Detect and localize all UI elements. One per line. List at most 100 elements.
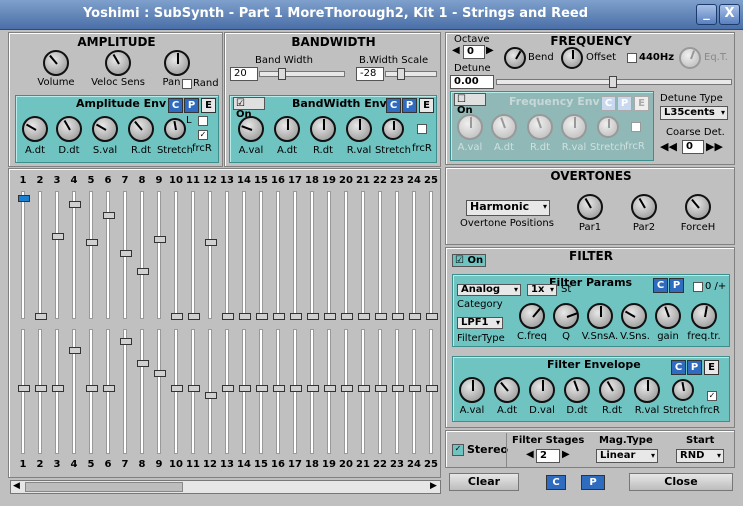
minimize-button[interactable]: _ [696, 4, 717, 25]
detune-value[interactable]: 0.00 [450, 75, 494, 89]
amp-env-edit-button[interactable]: E [201, 98, 216, 113]
octave-dec-arrow[interactable]: ◀ [452, 45, 460, 56]
harmonic-magnitude-thumb[interactable] [341, 313, 353, 320]
harmonic-magnitude-thumb[interactable] [137, 268, 149, 276]
filter-freqtr-knob[interactable] [691, 303, 717, 329]
harmonic-bandwidth-thumb[interactable] [426, 385, 438, 392]
horizontal-scrollbar[interactable]: ◀ ▶ [10, 480, 441, 494]
filter-env-knob-2[interactable] [494, 377, 520, 403]
amp-env-knob-1[interactable] [22, 116, 48, 142]
harmonic-magnitude-slider[interactable] [38, 191, 42, 319]
stages-dec-arrow[interactable]: ◀ [526, 449, 534, 460]
par1-knob[interactable] [577, 194, 603, 220]
harmonic-magnitude-slider[interactable] [208, 191, 212, 319]
amp-env-copy-button[interactable]: C [168, 98, 183, 113]
harmonic-magnitude-thumb[interactable] [426, 313, 438, 320]
bw-env-knob-2[interactable] [274, 116, 300, 142]
par2-knob[interactable] [631, 194, 657, 220]
freq-env-frcr-checkbox[interactable] [631, 122, 641, 132]
freq-env-edit-button[interactable]: E [634, 96, 649, 111]
amp-env-knob-2[interactable] [56, 116, 82, 142]
filter-q-knob[interactable] [553, 303, 579, 329]
clear-button[interactable]: Clear [449, 473, 519, 491]
harmonic-bandwidth-thumb[interactable] [86, 385, 98, 392]
bw-env-edit-button[interactable]: E [419, 98, 434, 113]
harmonic-bandwidth-thumb[interactable] [222, 385, 234, 392]
filter-params-paste-button[interactable]: P [669, 278, 684, 293]
harmonic-magnitude-thumb[interactable] [307, 313, 319, 320]
bw-env-paste-button[interactable]: P [402, 98, 417, 113]
octave-inc-arrow[interactable]: ▶ [486, 45, 494, 56]
harmonic-magnitude-thumb[interactable] [86, 238, 98, 246]
filter-env-knob-4[interactable] [564, 377, 590, 403]
harmonic-bandwidth-thumb[interactable] [409, 385, 421, 392]
harmonic-bandwidth-thumb[interactable] [341, 385, 353, 392]
bw-env-knob-3[interactable] [310, 116, 336, 142]
freq-env-on-toggle[interactable]: ☐ On [454, 93, 486, 116]
harmonic-magnitude-slider[interactable] [225, 191, 229, 319]
filter-gain-knob[interactable] [655, 303, 681, 329]
filter-stages-value-field[interactable]: 2 [536, 449, 560, 463]
freq-env-knob-1[interactable] [457, 114, 483, 140]
eqt-knob[interactable] [679, 47, 701, 69]
stereo-checkbox[interactable]: ✓ [452, 444, 464, 456]
bwscale-value[interactable]: -28 [356, 67, 384, 81]
harmonic-magnitude-slider[interactable] [361, 191, 365, 319]
harmonic-bandwidth-thumb[interactable] [256, 385, 268, 392]
bw-env-knob-1[interactable] [238, 116, 264, 142]
harmonic-magnitude-thumb[interactable] [52, 232, 64, 240]
harmonic-magnitude-thumb[interactable] [171, 313, 183, 320]
harmonic-bandwidth-thumb[interactable] [324, 385, 336, 392]
harmonic-magnitude-slider[interactable] [55, 191, 59, 319]
volume-knob[interactable] [43, 50, 69, 76]
harmonic-bandwidth-thumb[interactable] [52, 385, 64, 392]
filter-on-toggle[interactable]: ☑ On [452, 254, 486, 267]
440hz-checkbox[interactable] [627, 53, 637, 63]
harmonic-magnitude-thumb[interactable] [256, 313, 268, 320]
harmonic-magnitude-slider[interactable] [327, 191, 331, 319]
harmonic-magnitude-slider[interactable] [412, 191, 416, 319]
harmonic-bandwidth-thumb[interactable] [154, 370, 166, 378]
harmonic-bandwidth-thumb[interactable] [290, 385, 302, 392]
harmonic-bandwidth-thumb[interactable] [358, 385, 370, 392]
harmonic-magnitude-thumb[interactable] [273, 313, 285, 320]
harmonic-magnitude-thumb[interactable] [35, 313, 47, 320]
harmonic-magnitude-slider[interactable] [106, 191, 110, 319]
harmonic-bandwidth-thumb[interactable] [18, 385, 30, 392]
filter-env-edit-button[interactable]: E [704, 360, 719, 375]
freq-env-copy-button[interactable]: C [601, 96, 616, 111]
harmonic-magnitude-slider[interactable] [157, 191, 161, 319]
harmonic-magnitude-slider[interactable] [276, 191, 280, 319]
pan-rand-checkbox[interactable] [182, 79, 192, 89]
bandwidth-value[interactable]: 20 [230, 67, 258, 81]
amp-env-knob-4[interactable] [128, 116, 154, 142]
harmonic-magnitude-slider[interactable] [344, 191, 348, 319]
filter-cfreq-knob[interactable] [519, 303, 545, 329]
coarse-dec-arrows[interactable]: ◀◀ [660, 140, 677, 153]
bandwidth-slider-thumb[interactable] [278, 68, 286, 80]
harmonic-magnitude-slider[interactable] [242, 191, 246, 319]
harmonic-bandwidth-thumb[interactable] [103, 385, 115, 392]
harmonic-magnitude-slider[interactable] [259, 191, 263, 319]
coarse-inc-arrows[interactable]: ▶▶ [706, 140, 723, 153]
harmonic-bandwidth-slider[interactable] [157, 329, 161, 454]
harmonic-magnitude-thumb[interactable] [409, 313, 421, 320]
filter-env-knob-7[interactable] [672, 379, 694, 401]
amp-env-knob-3[interactable] [92, 116, 118, 142]
amp-env-knob-5[interactable] [164, 118, 186, 140]
freq-env-knob-2[interactable] [491, 114, 517, 140]
offset-knob[interactable] [561, 47, 583, 69]
amp-env-frcr-checkbox[interactable]: ✓ [198, 130, 208, 140]
overtone-positions-select[interactable]: Harmonic ▾ [466, 200, 550, 216]
harmonic-bandwidth-thumb[interactable] [307, 385, 319, 392]
freq-env-paste-button[interactable]: P [617, 96, 632, 111]
filter-env-knob-1[interactable] [459, 377, 485, 403]
harmonic-magnitude-slider[interactable] [429, 191, 433, 319]
bw-env-knob-5[interactable] [382, 118, 404, 140]
pan-knob[interactable] [164, 50, 190, 76]
filter-env-knob-6[interactable] [634, 377, 660, 403]
harmonic-bandwidth-thumb[interactable] [375, 385, 387, 392]
harmonic-bandwidth-thumb[interactable] [171, 385, 183, 392]
harmonic-bandwidth-thumb[interactable] [205, 391, 217, 399]
velocity-sens-knob[interactable] [105, 50, 131, 76]
